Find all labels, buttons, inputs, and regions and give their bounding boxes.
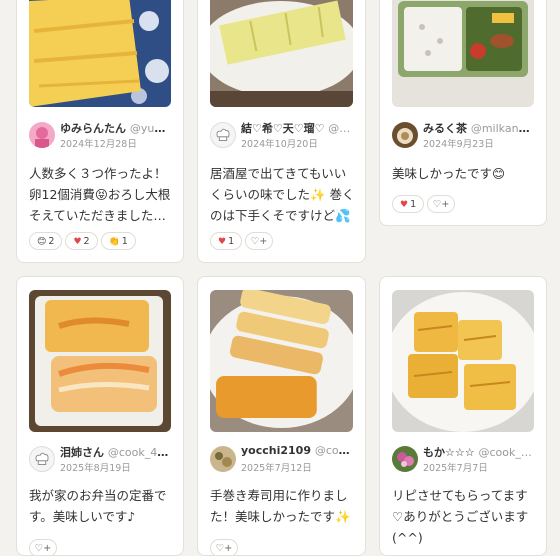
user-avatar[interactable] [210,122,236,148]
comment-text: 人数多く３つ作ったよ！卵12個消費😝おろし大根そえていただきました… [29,166,171,223]
smile-emoji-icon: 😊 [37,237,47,247]
user-name[interactable]: もか☆☆☆ @cook_… [423,444,536,460]
comment-text: 手巻き寿司用に作りました！美味しかったです✨ [210,488,351,524]
user-avatar[interactable] [392,122,418,148]
heart-plus-icon: ♡+ [432,199,450,210]
user-avatar[interactable] [29,122,55,148]
reactions-row: ♥ 1 ♡+ [392,195,458,215]
reactions-row: ♡+ [210,539,241,555]
post-date: 2024年10月20日 [241,139,318,150]
heart-icon: ♥ [73,237,82,247]
user-avatar[interactable] [210,446,236,472]
heart-icon: ♥ [400,200,409,210]
tsukurepo-card-4[interactable]: 泪姉さん @cook_40… 2025年8月19日 我が家のお弁当の定番です。美… [16,276,184,556]
reaction-heart-chip[interactable]: ♥ 2 [65,232,98,250]
user-name[interactable]: ゆみらんたん @yum… [60,120,173,136]
post-date: 2025年7月12日 [241,463,312,474]
reactions-row: ♥ 1 ♡+ [210,232,276,252]
post-date: 2025年7月7日 [423,463,488,474]
reactions-row: ♡+ [29,539,60,555]
post-date: 2024年9月23日 [423,139,494,150]
user-name[interactable]: yocchi2109 @cook_… [241,444,355,457]
tsukurepo-card-5[interactable]: yocchi2109 @cook_… 2025年7月12日 手巻き寿司用に作りま… [197,276,366,556]
comment-text: 居酒屋で出てきてもいいくらいの味でした✨ 巻くのは下手くそですけど💦 [210,166,355,223]
food-photo-5[interactable] [210,290,353,432]
comment-text: 我が家のお弁当の定番です。美味しいです♪ [29,488,167,524]
user-avatar[interactable] [392,446,418,472]
food-photo-1[interactable] [29,0,171,107]
user-name[interactable]: 泪姉さん @cook_40… [60,444,173,460]
reaction-heart-chip[interactable]: ♥ 1 [210,232,243,250]
reaction-heart-chip[interactable]: ♥ 1 [392,195,425,213]
user-name[interactable]: 結♡希♡天♡瑠♡ @… [241,120,355,136]
add-reaction-button[interactable]: ♡+ [427,195,456,213]
reaction-smile-chip[interactable]: 😊 2 [29,232,63,250]
food-photo-2[interactable] [210,0,353,107]
add-reaction-button[interactable]: ♡+ [210,539,238,555]
comment-text: リピさせてもらってます♡ありがとうございます(^^) [392,488,529,545]
add-reaction-button[interactable]: ♡+ [29,539,57,555]
tsukurepo-card-1[interactable]: ゆみらんたん @yum… 2024年12月28日 人数多く３つ作ったよ！卵12個… [16,0,184,263]
food-photo-6[interactable] [392,290,534,432]
tsukurepo-card-3[interactable]: みるく茶 @milkandt… 2024年9月23日 美味しかったです😊 ♥ 1 ♡… [379,0,547,226]
food-photo-4[interactable] [29,290,171,432]
comment-text: 美味しかったです😊 [392,166,506,181]
user-avatar[interactable] [29,446,55,472]
tsukurepo-card-2[interactable]: 結♡希♡天♡瑠♡ @… 2024年10月20日 居酒屋で出てきてもいいくらいの味… [197,0,366,263]
tsukurepo-card-6[interactable]: もか☆☆☆ @cook_… 2025年7月7日 リピさせてもらってます♡ありがと… [379,276,547,556]
post-date: 2025年8月19日 [60,463,131,474]
clap-emoji-icon: 👏 [108,237,120,247]
reactions-row: 😊 2 ♥ 2 👏 1 [29,232,139,252]
reaction-clap-chip[interactable]: 👏 1 [100,232,136,250]
add-reaction-button[interactable]: ♡+ [245,232,274,250]
post-date: 2024年12月28日 [60,139,137,150]
user-name[interactable]: みるく茶 @milkandt… [423,120,536,136]
heart-icon: ♥ [218,237,227,247]
food-photo-3[interactable] [392,0,534,107]
heart-plus-icon: ♡+ [250,236,268,247]
